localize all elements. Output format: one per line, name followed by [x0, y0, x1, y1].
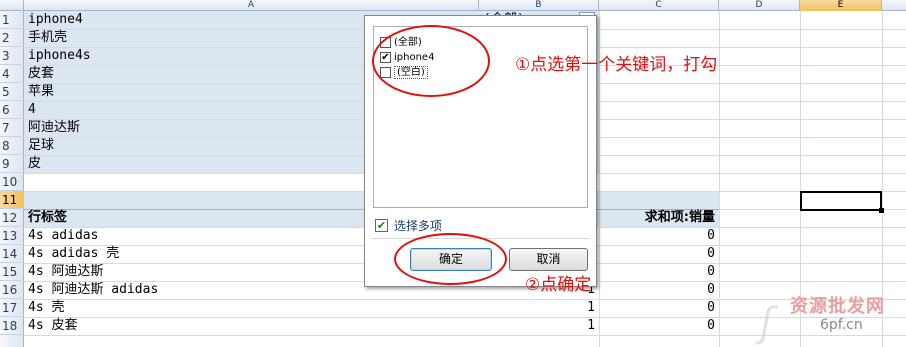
checkmark-icon[interactable]: ✔ — [375, 219, 388, 232]
row-header[interactable]: 6 — [0, 101, 24, 119]
filter-value-cell[interactable]: 手机壳 — [28, 29, 67, 47]
pivot-row-label[interactable]: 4s adidas — [28, 227, 98, 245]
pivot-row-label[interactable]: 4s adidas 壳 — [28, 245, 119, 263]
pivot-row-value[interactable]: 0 — [599, 299, 715, 317]
active-cell-e11[interactable] — [800, 191, 884, 213]
watermark-text: 资源批发网 — [790, 296, 885, 317]
row-header[interactable]: 4 — [0, 65, 24, 83]
row-header[interactable]: 18 — [0, 317, 24, 335]
column-header-a[interactable]: A — [24, 0, 479, 11]
highlight-ellipse-ok — [394, 233, 507, 285]
column-header-f[interactable] — [882, 0, 906, 11]
pivot-value-header[interactable]: 求和项:销量 — [599, 209, 715, 227]
filter-value-cell[interactable]: 阿迪达斯 — [28, 119, 80, 137]
filter-value-cell[interactable]: 皮 — [28, 155, 41, 173]
column-header-bar: A B C D E — [0, 0, 906, 11]
row-header[interactable]: 14 — [0, 245, 24, 263]
column-header-b[interactable]: B — [479, 0, 599, 11]
column-header-e[interactable]: E — [800, 0, 882, 11]
pivot-row-value[interactable]: 0 — [599, 245, 715, 263]
highlight-ellipse-list — [372, 25, 490, 97]
annotation-step2: ②点确定 — [525, 275, 592, 295]
row-header[interactable]: 12 — [0, 209, 24, 227]
watermark-url: 6pf.cn — [820, 317, 863, 333]
pivot-row-label-header[interactable]: 行标签 — [28, 209, 67, 227]
filter-value-cell[interactable]: 苹果 — [28, 83, 54, 101]
annotation-step1: ①点选第一个关键词，打勾 — [515, 55, 718, 75]
filter-value-cell[interactable]: 皮套 — [28, 65, 54, 83]
pivot-row-label[interactable]: 4s 皮套 — [28, 317, 77, 335]
row-header[interactable]: 16 — [0, 281, 24, 299]
select-multiple-option[interactable]: ✔ 选择多项 — [375, 217, 442, 234]
pivot-row-value[interactable]: 0 — [599, 227, 715, 245]
row-header[interactable]: 5 — [0, 83, 24, 101]
filter-value-cell[interactable]: 4 — [28, 101, 36, 119]
row-header[interactable]: 7 — [0, 119, 24, 137]
filter-value-cell[interactable]: iphone4 — [28, 11, 83, 29]
pivot-row-value[interactable]: 0 — [599, 263, 715, 281]
row-header-bar: 1 2 3 4 5 6 7 8 9 10 11 12 13 14 15 16 1… — [0, 11, 24, 347]
row-header[interactable]: 11 — [0, 191, 24, 209]
row-header[interactable]: 1 — [0, 11, 24, 29]
cancel-button[interactable]: 取消 — [509, 248, 588, 271]
row-header[interactable]: 8 — [0, 137, 24, 155]
row-header[interactable]: 13 — [0, 227, 24, 245]
pivot-row-label[interactable]: 4s 阿迪达斯 adidas — [28, 281, 158, 299]
pivot-row-label[interactable]: 4s 壳 — [28, 299, 64, 317]
row-header[interactable]: 17 — [0, 299, 24, 317]
pivot-row-value[interactable]: 0 — [599, 317, 715, 335]
row-header[interactable]: 10 — [0, 173, 24, 191]
pivot-row-value[interactable]: 0 — [599, 281, 715, 299]
filter-value-cell[interactable]: iphone4s — [28, 47, 91, 65]
filter-value-cell[interactable]: 足球 — [28, 137, 54, 155]
column-header-d[interactable]: D — [719, 0, 800, 11]
column-header-c[interactable]: C — [599, 0, 719, 11]
row-header[interactable]: 9 — [0, 155, 24, 173]
pivot-row-b-value[interactable]: 1 — [479, 317, 595, 335]
row-header[interactable]: 15 — [0, 263, 24, 281]
watermark-logo: ʃ — [760, 300, 774, 346]
row-header[interactable]: 2 — [0, 29, 24, 47]
pivot-row-label[interactable]: 4s 阿迪达斯 — [28, 263, 103, 281]
pivot-row-b-value[interactable]: 1 — [479, 299, 595, 317]
select-all-corner[interactable] — [0, 0, 24, 11]
row-header[interactable]: 3 — [0, 47, 24, 65]
